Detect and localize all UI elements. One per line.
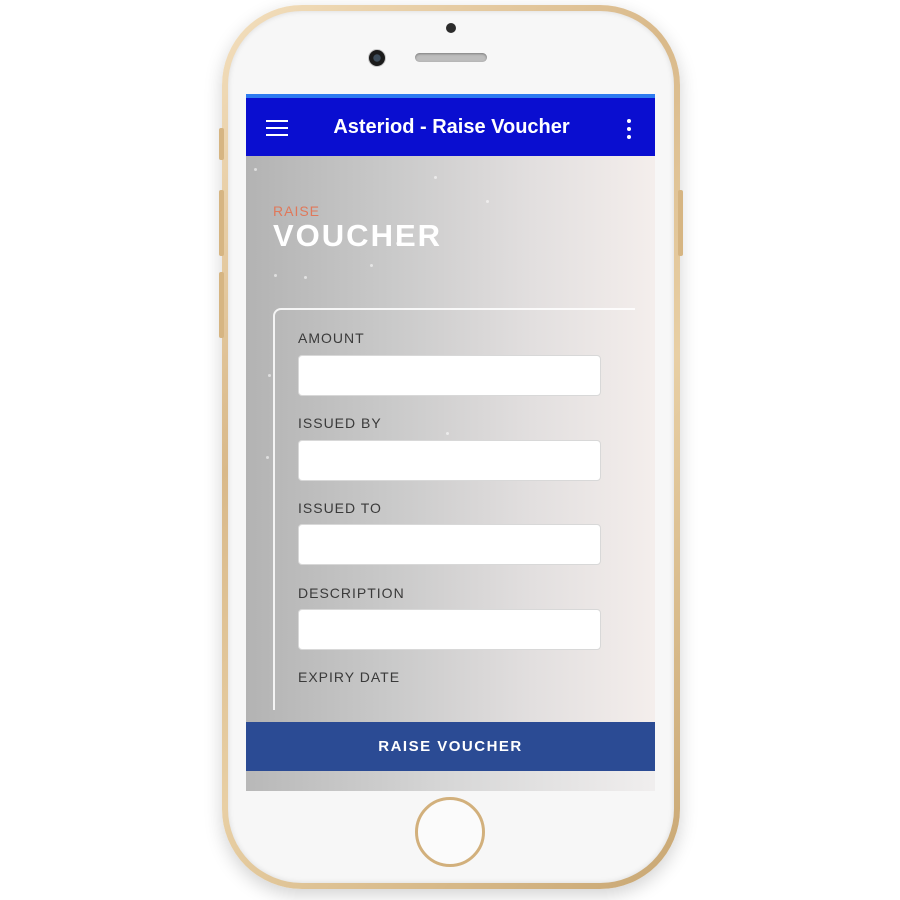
bottom-strip [246, 771, 655, 791]
page-subtitle: RAISE [273, 203, 321, 219]
raise-voucher-button[interactable]: RAISE VOUCHER [246, 722, 655, 771]
volume-up-button [219, 190, 224, 256]
proximity-sensor [446, 23, 456, 33]
issued-by-input[interactable] [298, 440, 601, 481]
amount-input[interactable] [298, 355, 601, 396]
description-input[interactable] [298, 609, 601, 650]
front-camera [368, 49, 386, 67]
issued-to-label: ISSUED TO [298, 500, 382, 516]
expiry-date-label: EXPIRY DATE [298, 669, 401, 685]
app-title: Asteriod - Raise Voucher [333, 116, 570, 138]
page-title: VOUCHER [273, 218, 443, 253]
amount-label: AMOUNT [298, 330, 365, 346]
silent-switch [219, 128, 224, 160]
description-label: DESCRIPTION [298, 585, 405, 601]
app-bar: Asteriod - Raise Voucher [246, 94, 655, 156]
home-button[interactable] [415, 797, 485, 867]
earpiece-speaker [415, 53, 487, 62]
power-button [678, 190, 683, 256]
issued-by-label: ISSUED BY [298, 415, 382, 431]
issued-to-input[interactable] [298, 524, 601, 565]
app-screen: Asteriod - Raise Voucher RAISE VOUCHER A… [246, 94, 655, 791]
more-vert-icon[interactable] [626, 119, 632, 139]
volume-down-button [219, 272, 224, 338]
form-page: RAISE VOUCHER AMOUNT ISSUED BY ISSUED TO… [246, 156, 655, 791]
